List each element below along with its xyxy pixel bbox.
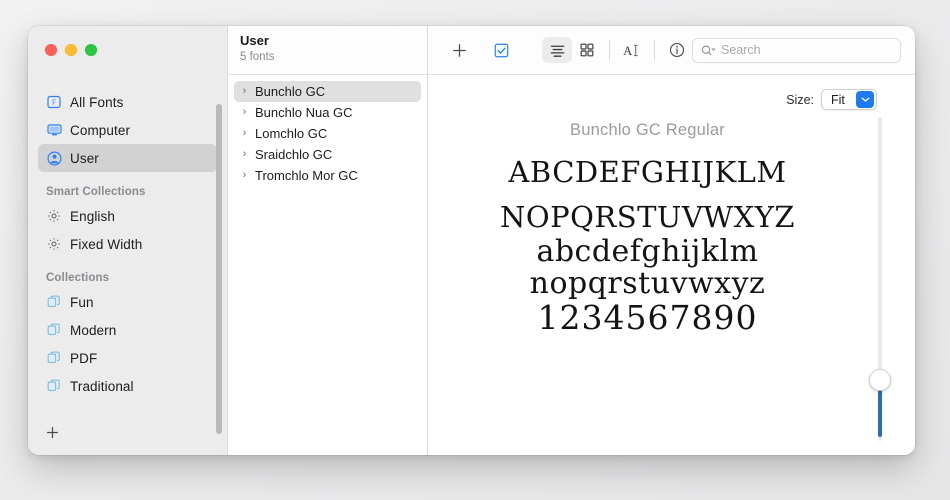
toolbar-divider [609,40,610,60]
chevron-right-icon[interactable]: › [240,128,249,139]
font-family-name: Tromchlo Mor GC [255,168,358,183]
list-item[interactable]: › Tromchlo Mor GC [234,165,421,186]
chevron-right-icon[interactable]: › [240,107,249,118]
size-control: Size: Fit [786,89,877,110]
info-circle-icon [669,42,685,58]
text-cursor-icon: A [623,43,638,57]
search-field[interactable]: Search [692,37,901,63]
size-label: Size: [786,92,814,107]
slider-knob[interactable] [869,369,891,391]
all-fonts-icon: F [46,94,62,110]
font-family-name: Bunchlo GC [255,84,326,99]
sample-view-button[interactable] [542,37,572,63]
font-list: › Bunchlo GC › Bunchlo Nua GC › Lomchlo … [228,75,427,186]
plus-icon [452,43,466,57]
sidebar-item-label: Traditional [70,378,134,394]
chevron-right-icon[interactable]: › [240,86,249,97]
sidebar-item-computer[interactable]: Computer [38,116,217,144]
sidebar-scrollbar[interactable] [216,104,222,434]
user-icon [46,150,62,166]
sidebar-item-traditional[interactable]: Traditional [38,372,217,400]
chevron-down-icon[interactable] [856,91,874,108]
add-font-button[interactable] [444,37,474,63]
font-family-name: Bunchlo Nua GC [255,105,353,120]
chevron-right-icon[interactable]: › [240,170,249,181]
svg-text:F: F [52,99,56,107]
sidebar-item-label: User [70,150,99,166]
sample-line-uppercase-1: abcdefghijklm [508,143,787,192]
toolbar: A Search [428,26,915,75]
sidebar-item-label: Fixed Width [70,236,143,252]
search-input[interactable]: Search [721,43,761,57]
gear-icon [46,208,62,224]
sidebar-item-label: All Fonts [70,94,124,110]
sample-line-uppercase-2: nopqrstuvwxyz [499,187,796,237]
info-button[interactable] [662,37,692,63]
sidebar-item-pdf[interactable]: PDF [38,344,217,372]
sidebar-scroll-area: F All Fonts Computer User Smart Collecti… [28,82,227,434]
sidebar: F All Fonts Computer User Smart Collecti… [28,26,228,455]
font-list-header: User 5 fonts [228,26,427,75]
sample-line-lowercase-1: abcdefghijklm [536,233,759,269]
list-item[interactable]: › Lomchlo GC [234,123,421,144]
sidebar-item-english[interactable]: English [38,202,217,230]
sidebar-item-fixed-width[interactable]: Fixed Width [38,230,217,258]
collection-icon [46,350,62,366]
sidebar-item-label: Modern [70,322,117,338]
page-title: User [240,33,269,48]
preview-panel: A Search Size: Fit Bunchlo GC Regular ab… [428,26,915,455]
sidebar-item-label: Fun [70,294,94,310]
gear-icon [46,236,62,252]
font-list-panel: User 5 fonts › Bunchlo GC › Bunchlo Nua … [228,26,428,455]
sidebar-item-user[interactable]: User [38,144,217,172]
slider-fill [878,387,882,437]
toolbar-left-group [428,37,516,63]
sidebar-footer [28,409,227,455]
collection-icon [46,294,62,310]
chevron-right-icon[interactable]: › [240,149,249,160]
font-size-slider[interactable] [869,117,891,441]
minimize-window-button[interactable] [65,44,77,56]
font-book-window: F All Fonts Computer User Smart Collecti… [28,26,915,455]
traffic-light-buttons [45,44,97,56]
size-value: Fit [831,92,845,107]
sidebar-item-label: English [70,208,115,224]
maximize-window-button[interactable] [85,44,97,56]
size-popup-button[interactable]: Fit [821,89,877,110]
font-preview-area: Size: Fit Bunchlo GC Regular abcdefghijk… [428,75,915,455]
add-collection-button[interactable] [42,422,62,442]
font-family-name: Sraidchlo GC [255,147,333,162]
list-item[interactable]: › Sraidchlo GC [234,144,421,165]
sidebar-group-collections: Collections [46,272,110,284]
repertoire-view-button[interactable] [572,37,602,63]
sidebar-item-modern[interactable]: Modern [38,316,217,344]
toolbar-view-group: A [542,37,692,63]
font-count-label: 5 fonts [240,51,275,63]
collection-icon [46,378,62,394]
sidebar-item-fun[interactable]: Fun [38,288,217,316]
close-window-button[interactable] [45,44,57,56]
list-lines-icon [550,45,564,57]
collection-icon [46,322,62,338]
list-item[interactable]: › Bunchlo Nua GC [234,102,421,123]
font-style-name: Bunchlo GC Regular [570,121,725,139]
font-sample: Bunchlo GC Regular abcdefghijklm nopqrst… [438,121,857,335]
sample-line-lowercase-2: nopqrstuvwxyz [529,265,766,301]
sidebar-item-all-fonts[interactable]: F All Fonts [38,88,217,116]
toolbar-divider [654,40,655,60]
validate-font-button[interactable] [486,37,516,63]
sample-line-digits: 1234567890 [537,298,758,338]
font-family-name: Lomchlo GC [255,126,328,141]
computer-icon [46,122,62,138]
grid-icon [580,43,594,57]
search-icon [701,45,716,55]
sidebar-item-label: Computer [70,122,131,138]
checkbox-icon [494,43,508,57]
plus-icon [46,426,58,438]
custom-view-button[interactable]: A [617,37,647,63]
list-item[interactable]: › Bunchlo GC [234,81,421,102]
sidebar-item-label: PDF [70,350,98,366]
sidebar-group-smart-collections: Smart Collections [46,186,146,198]
svg-text:A: A [623,43,632,57]
